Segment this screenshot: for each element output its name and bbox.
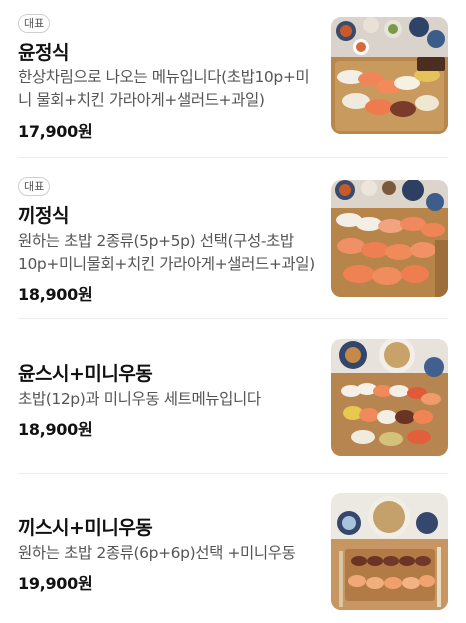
menu-item-name: 윤스시+미니우동 — [18, 363, 153, 385]
menu-item-description: 한상차림으로 나오는 메뉴입니다(초밥10p+미니 물회+치킨 가라아게+샐러드… — [18, 68, 310, 109]
menu-item-image[interactable] — [331, 180, 448, 297]
menu-item-price: 19,900원 — [18, 574, 93, 593]
menu-item-image[interactable] — [331, 493, 448, 610]
menu-item-name: 끼스시+미니우동 — [18, 517, 153, 539]
menu-item-image[interactable] — [331, 339, 448, 456]
divider — [18, 157, 448, 158]
menu-item-price: 17,900원 — [18, 122, 93, 141]
sushi-set-platter-photo — [331, 17, 448, 134]
menu-item-name: 윤정식 — [18, 42, 69, 64]
menu-item-description: 초밥(12p)과 미니우동 세트메뉴입니다 — [18, 390, 261, 408]
menu-item-price: 18,900원 — [18, 285, 93, 304]
divider — [18, 318, 448, 319]
menu-item-image[interactable] — [331, 17, 448, 134]
menu-item-description: 원하는 초밥 2종류(6p+6p)선택 +미니우동 — [18, 544, 296, 562]
salmon-sushi-platter-photo — [331, 180, 448, 297]
sushi-udon-set-photo — [331, 339, 448, 456]
menu-list: 대표 윤정식 한상차림으로 나오는 메뉴입니다(초밥10p+미니 물회+치킨 가… — [0, 0, 466, 623]
menu-item-name: 끼정식 — [18, 205, 69, 227]
menu-item-price: 18,900원 — [18, 420, 93, 439]
signature-badge: 대표 — [18, 14, 51, 33]
menu-item-description: 원하는 초밥 2종류(5p+5p) 선택(구성-초밥10p+미니물회+치킨 가라… — [18, 232, 315, 273]
signature-badge: 대표 — [18, 177, 51, 196]
sushi-udon-choice-set-photo — [331, 493, 448, 610]
divider — [18, 473, 448, 474]
